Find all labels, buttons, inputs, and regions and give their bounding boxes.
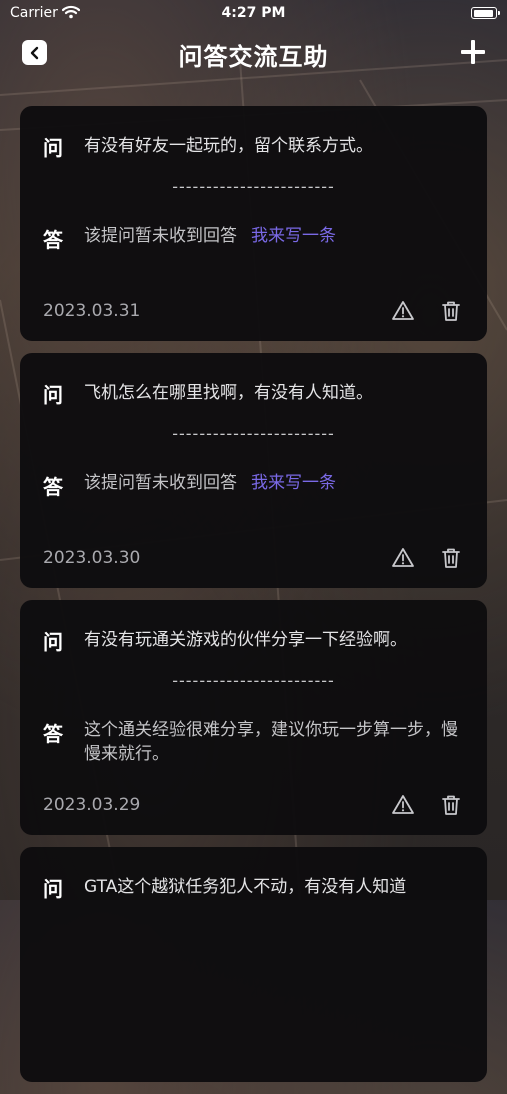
write-answer-link[interactable]: 我来写一条 xyxy=(251,473,336,493)
answer-area: 该提问暂未收到回答 我来写一条 xyxy=(84,224,472,248)
question-text: 飞机怎么在哪里找啊，有没有人知道。 xyxy=(84,383,373,403)
add-question-button[interactable] xyxy=(461,40,485,64)
qa-list: 问 有没有好友一起玩的，留个联系方式。 --------------------… xyxy=(20,106,487,1094)
question-mark: 问 xyxy=(43,383,63,407)
divider: ------------------------ xyxy=(172,424,335,443)
question-text: 有没有玩通关游戏的伙伴分享一下经验啊。 xyxy=(84,630,407,650)
question-mark: 问 xyxy=(43,877,63,901)
question-date: 2023.03.30 xyxy=(43,548,141,568)
answer-text: 该提问暂未收到回答 xyxy=(84,226,237,246)
question-date: 2023.03.31 xyxy=(43,301,141,321)
question-text: 有没有好友一起玩的，留个联系方式。 xyxy=(84,136,373,156)
battery-icon xyxy=(471,7,500,19)
answer-mark: 答 xyxy=(43,475,63,499)
answer-mark: 答 xyxy=(43,722,63,746)
answer-text: 该提问暂未收到回答 xyxy=(84,473,237,493)
answer-area: 这个通关经验很难分享，建议你玩一步算一步，慢慢来就行。 xyxy=(84,718,472,766)
qa-card: 问 飞机怎么在哪里找啊，有没有人知道。 --------------------… xyxy=(20,353,487,588)
report-warning-icon[interactable] xyxy=(391,546,415,570)
qa-card: 问 有没有玩通关游戏的伙伴分享一下经验啊。 ------------------… xyxy=(20,600,487,835)
question-date: 2023.03.29 xyxy=(43,795,141,815)
divider: ------------------------ xyxy=(172,671,335,690)
trash-icon[interactable] xyxy=(439,299,463,323)
answer-area: 该提问暂未收到回答 我来写一条 xyxy=(84,471,472,495)
answer-text: 这个通关经验很难分享，建议你玩一步算一步，慢慢来就行。 xyxy=(84,720,458,764)
question-mark: 问 xyxy=(43,136,63,160)
qa-card: 问 有没有好友一起玩的，留个联系方式。 --------------------… xyxy=(20,106,487,341)
trash-icon[interactable] xyxy=(439,546,463,570)
divider: ------------------------ xyxy=(172,177,335,196)
page-title: 问答交流互助 xyxy=(178,43,329,71)
question-mark: 问 xyxy=(43,630,63,654)
status-bar: Carrier 4:27 PM xyxy=(0,0,507,28)
question-text: GTA这个越狱任务犯人不动，有没有人知道 xyxy=(84,877,407,897)
write-answer-link[interactable]: 我来写一条 xyxy=(251,226,336,246)
report-warning-icon[interactable] xyxy=(391,793,415,817)
report-warning-icon[interactable] xyxy=(391,299,415,323)
navigation-bar: 问答交流互助 xyxy=(0,28,507,78)
qa-card: 问 GTA这个越狱任务犯人不动，有没有人知道 xyxy=(20,847,487,1082)
trash-icon[interactable] xyxy=(439,793,463,817)
status-time: 4:27 PM xyxy=(221,5,286,21)
answer-mark: 答 xyxy=(43,228,63,252)
